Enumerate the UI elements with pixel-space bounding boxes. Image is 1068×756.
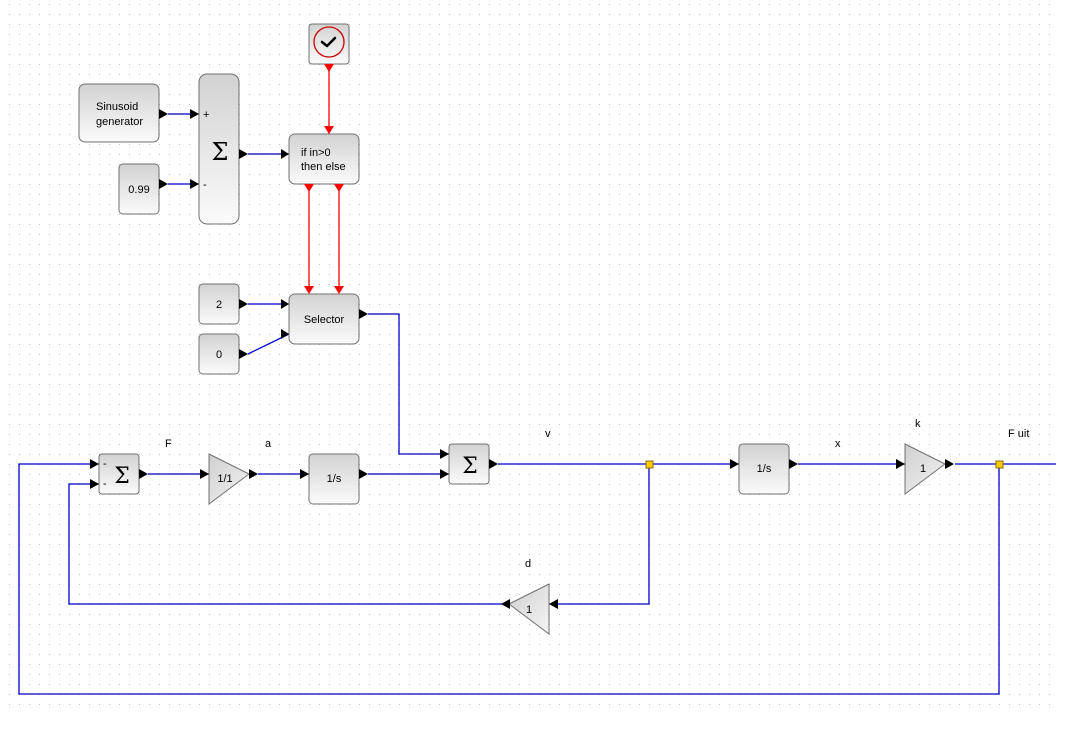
sigma-symbol: Σ [462,454,478,479]
if-then-else-label-1: if in>0 [301,147,331,159]
link-label-F: F [165,438,172,450]
split-point-v[interactable] [645,460,654,469]
link-label-F-uit: F uit [1008,428,1029,440]
sinusoid-label-2: generator [96,116,143,128]
sinusoid-label-1: Sinusoid [96,101,138,113]
gain-d-label: 1 [526,604,532,616]
gain-k-label: 1 [920,463,926,475]
sum-left-block[interactable]: Σ - - [90,453,148,495]
integrator-v-label: 1/s [327,473,342,485]
if-then-else-block[interactable]: if in>0 then else [281,126,360,192]
constant-2-label: 2 [216,299,222,311]
diagram-canvas[interactable]: Sinusoid generator 0.99 Σ + - if in>0 th… [0,0,1068,756]
sum-left-port2-sign: - [103,478,107,490]
sinusoid-generator-block[interactable]: Sinusoid generator [78,83,168,143]
sum-top-port2-sign: - [203,179,207,191]
link-label-k: k [915,418,921,430]
if-then-else-label-2: then else [301,161,346,173]
integrator-x-block[interactable]: 1/s [730,443,798,495]
selector-block[interactable]: Selector [281,286,368,345]
gain-mass-label: 1/1 [217,473,232,485]
sum-top-block[interactable]: Σ + - [190,73,248,225]
sum-top-port1-sign: + [203,109,209,121]
integrator-x-label: 1/s [757,463,772,475]
sum-v-block[interactable]: Σ [440,443,498,485]
integrator-v-block[interactable]: 1/s [300,453,368,505]
link-label-a: a [265,438,272,450]
sigma-symbol: Σ [212,138,229,166]
constant-099-label: 0.99 [128,184,149,196]
split-point-Fuit[interactable] [995,460,1004,469]
constant-0-label: 0 [216,349,222,361]
selector-label: Selector [304,314,345,326]
sum-left-port1-sign: - [103,458,107,470]
sigma-symbol: Σ [114,464,130,489]
link-label-v: v [545,428,551,440]
link-label-d: d [525,558,531,570]
link-label-x: x [835,438,841,450]
